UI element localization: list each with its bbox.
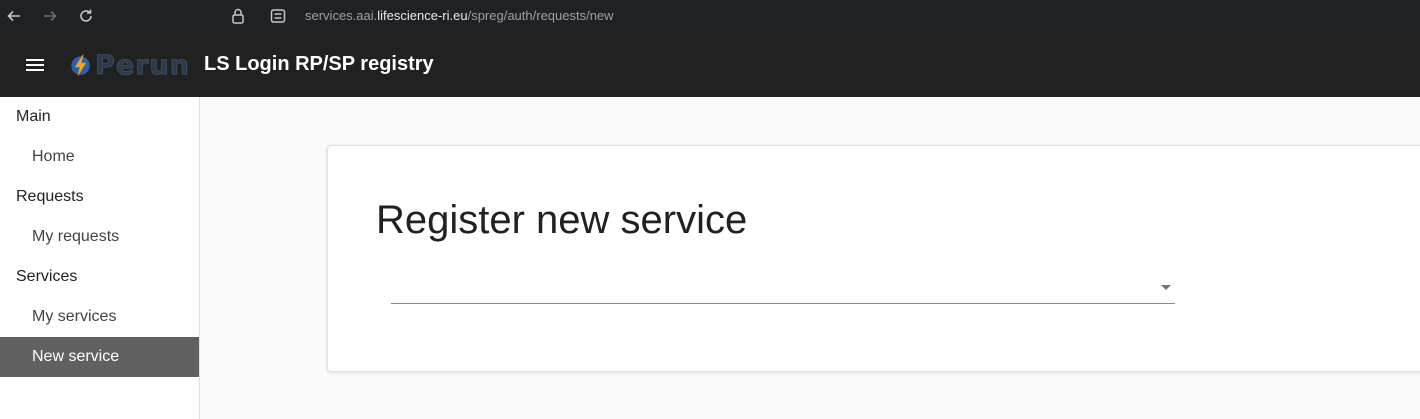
sidebar-item-my-services[interactable]: My services (0, 297, 199, 337)
sidebar-item-new-service[interactable]: New service (0, 337, 199, 377)
lock-icon[interactable] (229, 7, 247, 25)
sidebar: Main Home Requests My requests Services … (0, 97, 200, 419)
perun-logo[interactable]: Perun (70, 47, 190, 83)
url-prefix: services.aai. (305, 8, 378, 23)
browser-toolbar: services.aai.lifescience-ri.eu/spreg/aut… (0, 0, 1420, 33)
hamburger-menu-icon[interactable] (22, 54, 48, 76)
service-type-select[interactable] (391, 271, 1175, 304)
logo-text: Perun (95, 49, 190, 81)
lightning-bolt-icon (71, 54, 90, 76)
url-path: /spreg/auth/requests/new (467, 8, 614, 23)
register-service-card: Register new service (327, 145, 1420, 372)
address-bar[interactable]: services.aai.lifescience-ri.eu/spreg/aut… (305, 8, 614, 23)
sidebar-section-requests: Requests (16, 188, 84, 205)
site-settings-icon[interactable] (269, 7, 287, 25)
app-header: Perun LS Login RP/SP registry (0, 33, 1420, 97)
dropdown-arrow-icon[interactable] (1161, 285, 1171, 290)
back-arrow-icon[interactable] (3, 5, 25, 27)
sidebar-section-main: Main (16, 108, 51, 125)
url-host: lifescience-ri.eu (377, 8, 468, 23)
forward-arrow-icon[interactable] (39, 5, 61, 27)
sidebar-section-services: Services (16, 268, 78, 285)
page-title: LS Login RP/SP registry (204, 53, 434, 75)
sidebar-item-home[interactable]: Home (0, 137, 199, 177)
card-title: Register new service (376, 198, 748, 242)
reload-icon[interactable] (75, 5, 97, 27)
sidebar-item-my-requests[interactable]: My requests (0, 217, 199, 257)
